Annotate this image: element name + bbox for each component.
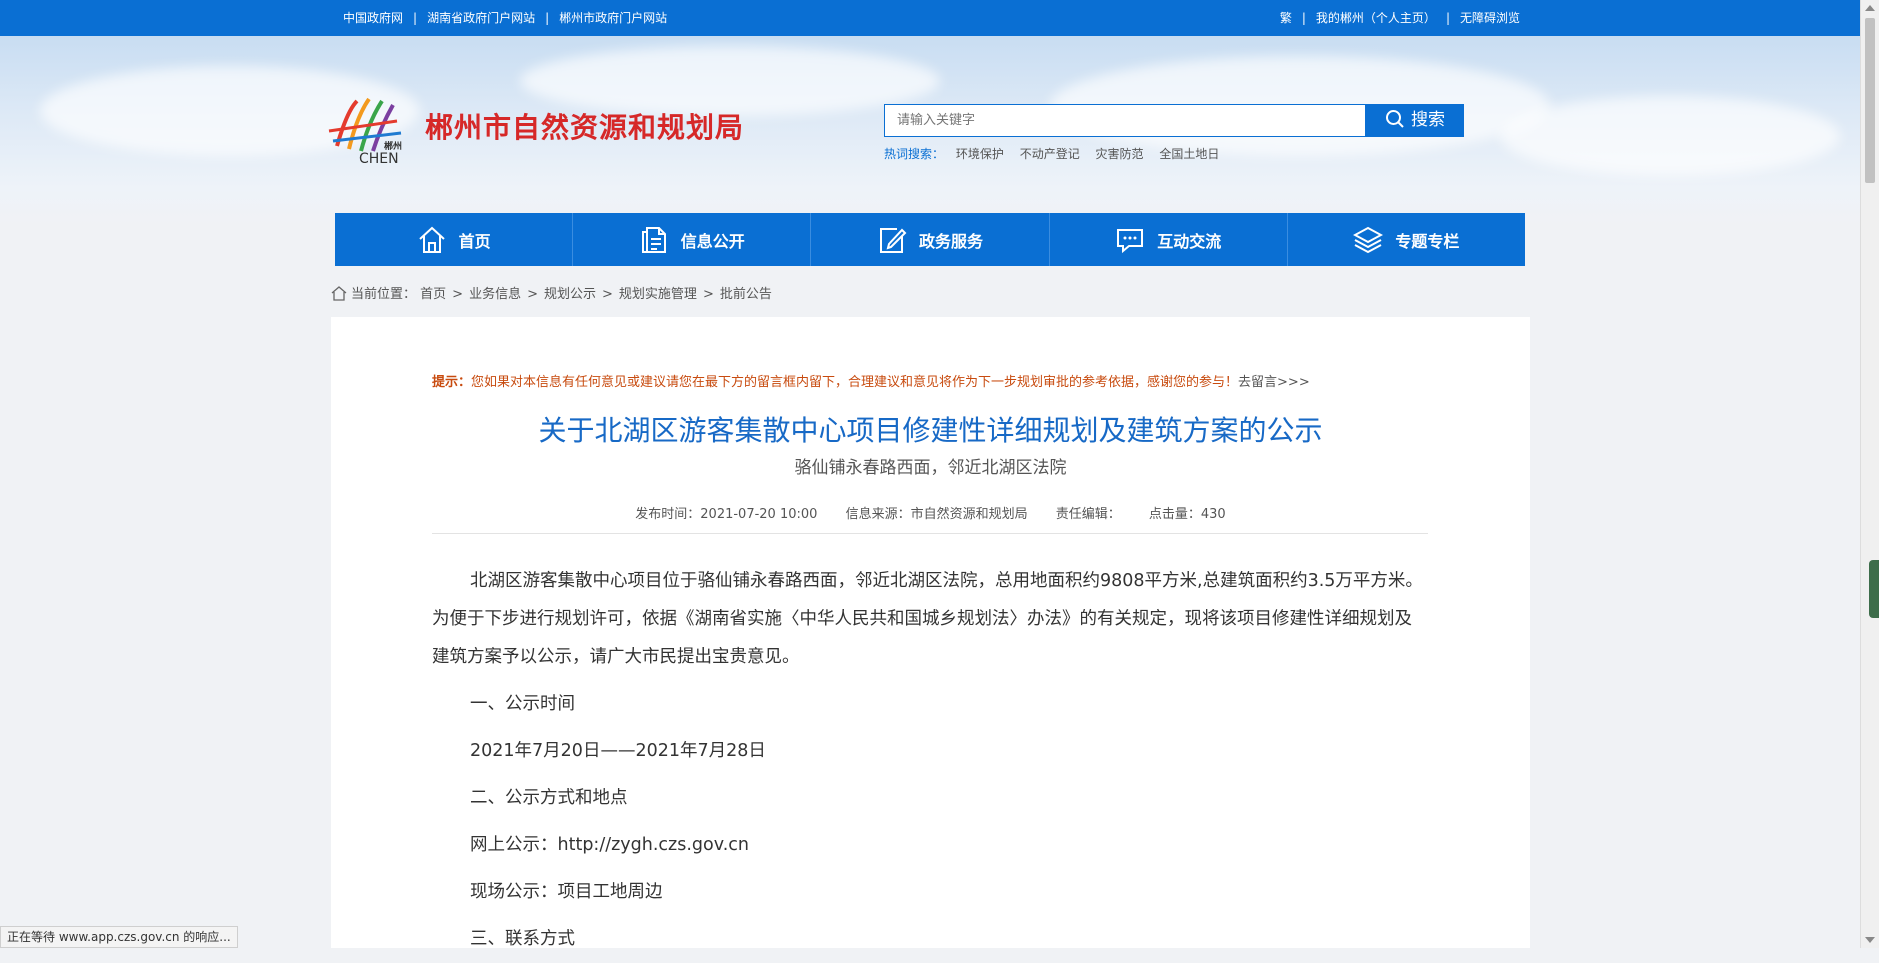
search-button-label: 搜索 [1411, 110, 1445, 130]
hot-search-item[interactable]: 不动产登记 [1020, 147, 1080, 161]
article-title: 关于北湖区游客集散中心项目修建性详细规划及建筑方案的公示 [538, 414, 1323, 447]
divider [432, 533, 1428, 534]
scroll-up-arrow-icon[interactable] [1865, 5, 1875, 11]
article-line: 二、公示方式和地点 [470, 788, 628, 808]
hot-search: 热词搜索： 环境保护 不动产登记 灾害防范 全国土地日 [884, 145, 1231, 162]
article-body: 北湖区游客集散中心项目位于骆仙铺永春路西面，邻近北湖区法院，总用地面积约9808… [432, 562, 1428, 963]
breadcrumb: 当前位置： 首页 > 业务信息 > 规划公示 > 规划实施管理 > 批前公告 [331, 283, 772, 302]
link-my-chenzhou[interactable]: 我的郴州（个人主页） [1316, 11, 1436, 25]
chat-icon [1117, 228, 1144, 253]
nav-home[interactable]: 首页 [335, 213, 574, 266]
browser-status-bar: 正在等待 www.app.czs.gov.cn 的响应... [0, 926, 238, 948]
article-panel: 提示：您如果对本信息有任何意见或建议请您在最下方的留言框内留下，合理建议和意见将… [331, 317, 1530, 949]
article-line: 三、联系方式 [470, 929, 575, 949]
link-accessibility[interactable]: 无障碍浏览 [1460, 11, 1520, 25]
layers-icon [1353, 226, 1384, 253]
hot-search-item[interactable]: 环境保护 [956, 147, 1004, 161]
nav-label: 互动交流 [1157, 231, 1222, 251]
hot-search-item[interactable]: 灾害防范 [1096, 147, 1144, 161]
breadcrumb-label: 当前位置： [351, 287, 417, 302]
top-bar: 中国政府网 | 湖南省政府门户网站 | 郴州市政府门户网站 繁 | 我的郴州（个人主页） | 无… [0, 0, 1860, 36]
link-chenzhou-gov[interactable]: 郴州市政府门户网站 [559, 11, 667, 25]
article-line: 一、公示时间 [470, 694, 575, 714]
edit-icon [880, 227, 907, 253]
breadcrumb-planning-implementation[interactable]: 规划实施管理 [619, 287, 697, 302]
article-line: 网上公示：http://zygh.czs.gov.cn [470, 835, 749, 855]
logo-text-bottom: CHEN [359, 151, 399, 167]
breadcrumb-planning-notice[interactable]: 规划公示 [544, 287, 596, 302]
breadcrumb-business-info[interactable]: 业务信息 [469, 287, 521, 302]
article-meta: 发布时间：2021-07-20 10:00 信息来源：市自然资源和规划局 责任编… [331, 503, 1530, 522]
click-count: 点击量：430 [1148, 507, 1226, 522]
top-links-left: 中国政府网 | 湖南省政府门户网站 | 郴州市政府门户网站 [343, 11, 668, 25]
publish-time: 发布时间：2021-07-20 10:00 [635, 507, 818, 522]
leave-message-link[interactable]: 去留言>>> [1238, 375, 1310, 390]
search-input[interactable] [885, 105, 1349, 136]
breadcrumb-pre-approval[interactable]: 批前公告 [720, 287, 772, 302]
article-line: 2021年7月20日——2021年7月28日 [470, 741, 766, 761]
search-box [884, 104, 1366, 137]
link-hunan-gov[interactable]: 湖南省政府门户网站 [427, 11, 535, 25]
hot-search-item[interactable]: 全国土地日 [1159, 147, 1219, 161]
scroll-thumb[interactable] [1865, 18, 1875, 183]
nav-special-topics[interactable]: 专题专栏 [1287, 213, 1526, 266]
scroll-down-arrow-icon[interactable] [1865, 937, 1875, 943]
tip-text: 您如果对本信息有任何意见或建议请您在最下方的留言框内留下，合理建议和意见将作为下… [471, 375, 1239, 390]
nav-gov-services[interactable]: 政务服务 [811, 213, 1050, 266]
article-paragraph: 北湖区游客集散中心项目位于骆仙铺永春路西面，邻近北湖区法院，总用地面积约9808… [432, 571, 1423, 667]
info-source: 信息来源：市自然资源和规划局 [845, 507, 1028, 522]
link-china-gov[interactable]: 中国政府网 [343, 11, 403, 25]
page-scrollbar[interactable] [1860, 0, 1879, 948]
nav-interaction[interactable]: 互动交流 [1049, 213, 1288, 266]
nav-label: 政务服务 [919, 231, 984, 251]
search-icon [1386, 109, 1404, 128]
nav-label: 信息公开 [680, 231, 745, 251]
site-logo[interactable]: 郴州 CHEN [327, 91, 417, 171]
home-icon [331, 286, 347, 301]
top-links-right: 繁 | 我的郴州（个人主页） | 无障碍浏览 [1279, 11, 1520, 25]
main-nav: 首页 信息公开 政务服务 互动交流 专题专栏 [335, 213, 1526, 266]
link-traditional[interactable]: 繁 [1280, 11, 1292, 25]
responsible-editor: 责任编辑： [1055, 507, 1121, 522]
side-floating-tab[interactable] [1869, 560, 1879, 618]
nav-info-public[interactable]: 信息公开 [573, 213, 812, 266]
article-subtitle: 骆仙铺永春路西面，邻近北湖区法院 [794, 458, 1067, 478]
tip-lead: 提示： [432, 375, 472, 390]
document-icon [641, 226, 666, 253]
hot-search-label: 热词搜索： [884, 147, 945, 161]
article-line: 现场公示：项目工地周边 [470, 882, 663, 902]
article-tip: 提示：您如果对本信息有任何意见或建议请您在最下方的留言框内留下，合理建议和意见将… [432, 371, 1310, 390]
search-button[interactable]: 搜索 [1366, 104, 1464, 137]
breadcrumb-home[interactable]: 首页 [420, 287, 446, 302]
header-banner: 郴州 CHEN 郴州市自然资源和规划局 搜索 热词搜索： 环境保护 不动产登记 … [0, 36, 1860, 226]
site-name: 郴州市自然资源和规划局 [425, 111, 745, 144]
home-icon [418, 226, 445, 253]
nav-label: 专题专栏 [1395, 231, 1460, 251]
nav-label: 首页 [458, 231, 491, 251]
